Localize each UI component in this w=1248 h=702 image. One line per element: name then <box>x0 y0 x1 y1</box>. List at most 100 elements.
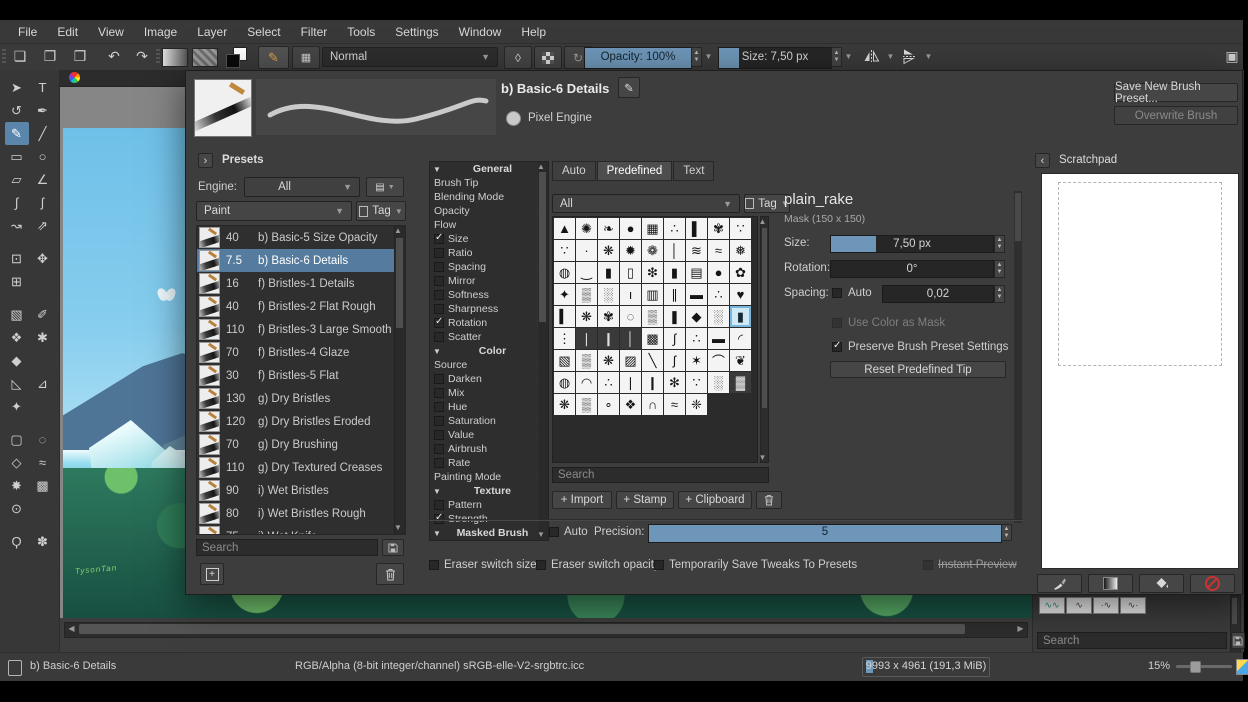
tip-search-input[interactable] <box>552 467 769 483</box>
option-checkbox-scatter[interactable] <box>434 332 444 342</box>
brush-tip-cell[interactable]: ✻ <box>664 372 685 393</box>
scratchpad-paint-button[interactable] <box>1037 574 1082 593</box>
brush-option-flow[interactable]: Flow <box>430 218 548 232</box>
brush-tip-cell[interactable]: ✾ <box>598 306 619 327</box>
magnetic-selection-tool[interactable]: ⊙ <box>5 497 29 520</box>
tip-panel-scrollbar[interactable] <box>1014 191 1022 523</box>
brush-tip-cell[interactable]: ▯ <box>620 262 641 283</box>
options-scrollbar[interactable]: ▲ ▼ <box>538 162 548 540</box>
brush-tip-cell[interactable]: ░ <box>708 372 729 393</box>
preset-row[interactable]: 16f) Bristles-1 Details <box>197 272 405 295</box>
scratchpad-fill-gradient-button[interactable] <box>1088 574 1133 593</box>
tip-grid-scrollbar[interactable]: ▲ ▼ <box>760 216 769 463</box>
reset-predefined-tip-button[interactable]: Reset Predefined Tip <box>830 361 1006 378</box>
menu-settings[interactable]: Settings <box>385 20 448 44</box>
scroll-down-icon[interactable]: ▼ <box>758 453 767 462</box>
brush-tip-cell[interactable]: ❋ <box>598 350 619 371</box>
scratchpad-reset-button[interactable] <box>1190 574 1235 593</box>
precision-slider[interactable]: 5 <box>648 524 1002 543</box>
menu-image[interactable]: Image <box>134 20 187 44</box>
ellipse-tool[interactable]: ○ <box>31 145 55 168</box>
option-section-texture[interactable]: ▼Texture <box>430 484 548 498</box>
option-checkbox-airbrush[interactable] <box>434 444 444 454</box>
brush-tip-cell[interactable]: │ <box>664 240 685 261</box>
mirror-horizontal-button[interactable] <box>858 46 884 66</box>
brush-tip-cell[interactable]: ❧ <box>598 218 619 239</box>
brush-tip-cell[interactable]: ❘ <box>576 328 597 349</box>
preset-list-scrollbar[interactable]: ▲ ▼ <box>394 226 405 534</box>
dynamic-brush-tool[interactable]: ↝ <box>5 214 29 237</box>
spacing-field-spinner[interactable]: ▲▼ <box>994 285 1005 303</box>
brush-tip-cell[interactable]: ▤ <box>686 262 707 283</box>
option-checkbox-rate[interactable] <box>434 458 444 468</box>
brush-option-source[interactable]: Source <box>430 358 548 372</box>
brush-tip-cell[interactable]: ▒ <box>642 306 663 327</box>
tip-size-field[interactable]: 7,50 px <box>830 235 994 253</box>
brush-tip-cell[interactable]: ∴ <box>686 328 707 349</box>
option-checkbox-ratio[interactable] <box>434 248 444 258</box>
brush-option-painting-mode[interactable]: Painting Mode <box>430 470 548 484</box>
brush-tip-cell[interactable]: ❙ <box>598 328 619 349</box>
brush-tip-cell[interactable]: ‿ <box>576 262 597 283</box>
color-sampler-tool[interactable]: ✐ <box>31 303 55 326</box>
option-checkbox-rotation[interactable] <box>434 318 444 328</box>
multibrush-tool[interactable]: ⇗ <box>31 214 55 237</box>
brush-editor-toggle[interactable]: ✎ <box>258 46 289 69</box>
pan-tool[interactable]: ✽ <box>31 530 55 553</box>
brush-tip-cell[interactable]: ▓ <box>730 372 751 393</box>
brush-option-ratio[interactable]: Ratio <box>430 246 548 260</box>
docker-save-search-button[interactable] <box>1231 632 1245 649</box>
brush-tip-cell[interactable]: ❋ <box>576 306 597 327</box>
option-checkbox-mirror[interactable] <box>434 276 444 286</box>
menu-filter[interactable]: Filter <box>291 20 338 44</box>
brush-tip-cell-selected[interactable]: ▮ <box>730 306 751 327</box>
engine-filter-dropdown[interactable]: All▼ <box>244 177 360 197</box>
footer-checkbox[interactable] <box>536 560 546 570</box>
image-dimensions-field[interactable]: 9993 x 4961 (191,3 MiB) <box>862 657 990 677</box>
tip-tag-filter-dropdown[interactable]: All▼ <box>552 194 740 213</box>
precision-spinner[interactable]: ▲▼ <box>1001 524 1012 541</box>
undo-icon[interactable]: ↶ <box>102 46 126 66</box>
preset-row[interactable]: 40f) Bristles-2 Flat Rough <box>197 295 405 318</box>
brush-tip-cell[interactable]: ∵ <box>554 240 575 261</box>
menu-help[interactable]: Help <box>511 20 556 44</box>
option-checkbox-mix[interactable] <box>434 388 444 398</box>
brush-option-opacity[interactable]: Opacity <box>430 204 548 218</box>
presets-view-menu-button[interactable]: ▤▼ <box>366 177 404 197</box>
scratchpad-fill-background-button[interactable] <box>1139 574 1184 593</box>
eraser-mode-button[interactable]: ◊ <box>504 46 532 69</box>
tab-predefined[interactable]: Predefined <box>597 161 673 181</box>
preset-search-input[interactable] <box>196 539 378 556</box>
brush-option-sharpness[interactable]: Sharpness <box>430 302 548 316</box>
scroll-left-icon[interactable]: ◀ <box>65 623 78 635</box>
opacity-spinner[interactable]: ▲▼ <box>691 47 702 67</box>
brush-tip-cell[interactable]: ▦ <box>642 218 663 239</box>
open-document-icon[interactable]: ❐ <box>38 46 62 66</box>
brush-tip-cell[interactable]: ▒ <box>576 284 597 305</box>
brush-tip-cell[interactable]: ≈ <box>664 394 685 415</box>
brush-preset-thumbnail[interactable]: ∿ <box>1066 597 1092 614</box>
tip-spacing-field[interactable]: 0,02 <box>882 285 994 303</box>
scroll-down-icon[interactable]: ▼ <box>536 530 546 539</box>
footer-checkbox[interactable] <box>654 560 664 570</box>
brush-tip-cell[interactable]: ∴ <box>708 284 729 305</box>
brush-tip-cell[interactable]: ✹ <box>620 240 641 261</box>
footer-checkbox[interactable] <box>429 560 439 570</box>
brush-tip-cell[interactable]: ❁ <box>642 240 663 261</box>
size-spinner[interactable]: ▲▼ <box>831 47 842 67</box>
assistants-tool[interactable]: ◺ <box>5 372 29 395</box>
preserve-settings-checkbox[interactable] <box>832 342 842 352</box>
brush-tip-cell[interactable]: ▬ <box>708 328 729 349</box>
brush-tip-cell[interactable]: ▒ <box>576 394 597 415</box>
brush-tip-cell[interactable]: ❘ <box>620 372 641 393</box>
brush-tip-cell[interactable]: ❅ <box>730 240 751 261</box>
option-section-color[interactable]: ▼Color <box>430 344 548 358</box>
move-tool[interactable]: ✥ <box>31 247 55 270</box>
brush-tip-cell[interactable]: ◍ <box>554 372 575 393</box>
brush-tip-cell[interactable]: ∘ <box>598 394 619 415</box>
save-search-tag-button[interactable] <box>382 539 404 556</box>
brush-tip-cell[interactable]: ❦ <box>730 350 751 371</box>
brush-tip-cell[interactable]: ∥ <box>664 284 685 305</box>
scratchpad-collapse-button[interactable]: ‹ <box>1035 153 1050 168</box>
size-options-arrow[interactable]: ▼ <box>844 52 853 61</box>
